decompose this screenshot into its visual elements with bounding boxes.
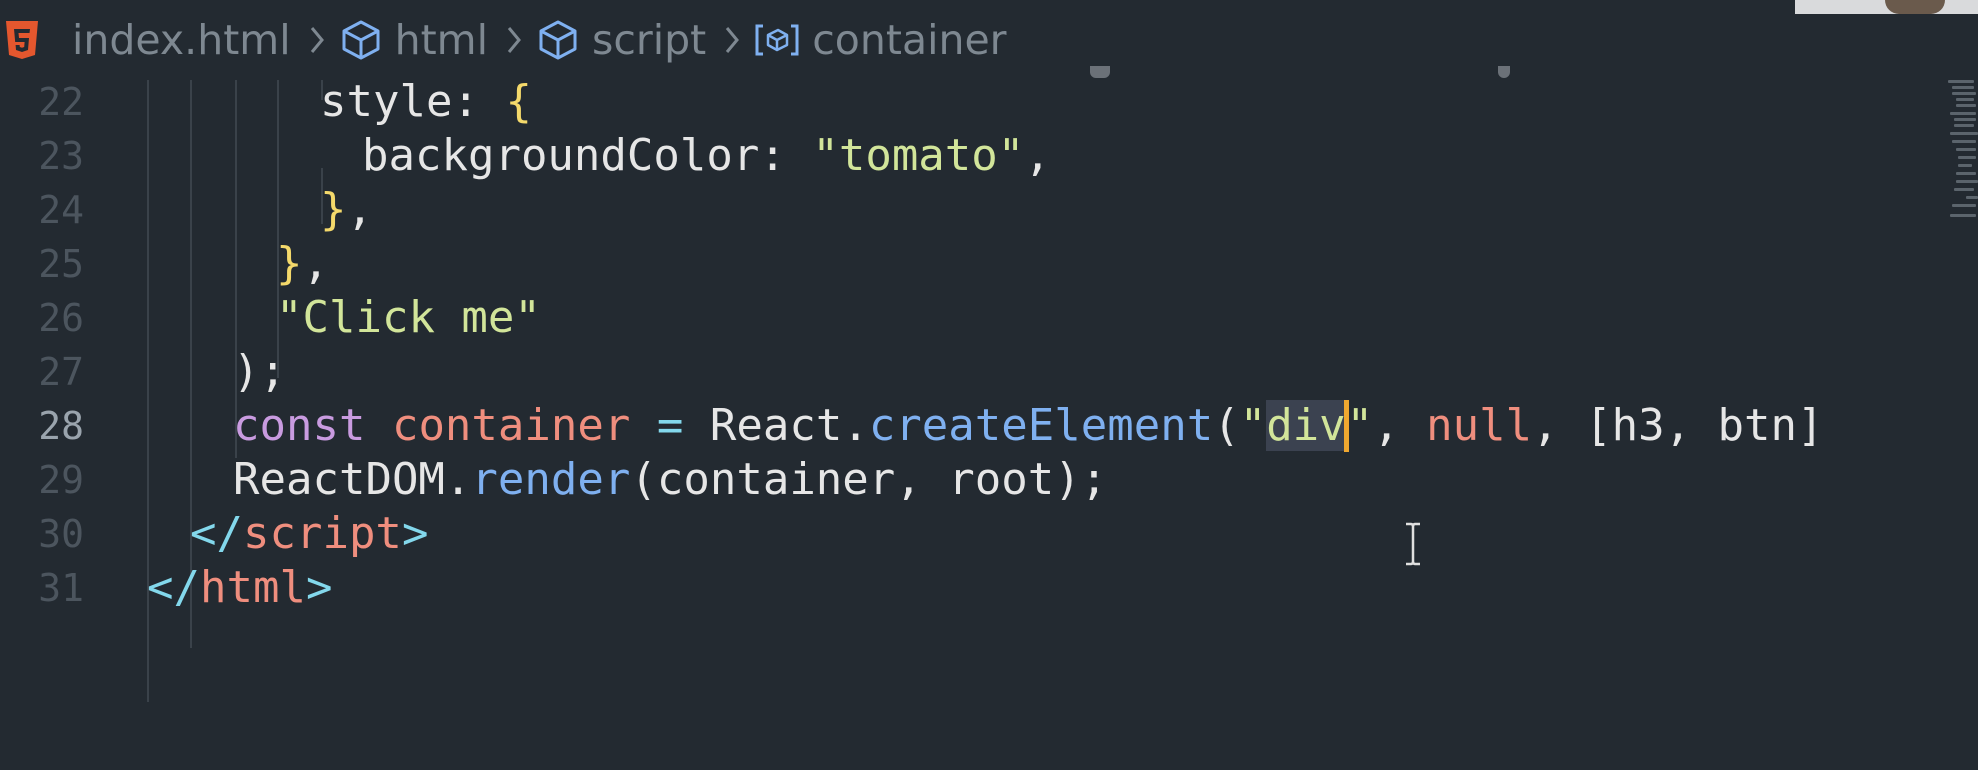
code-text: </html> [147,554,332,622]
code-token: container [391,400,631,451]
breadcrumb-item-html-label: html [394,16,488,64]
code-token: script [242,508,402,559]
code-token: } [320,184,347,235]
html5-icon [4,19,40,61]
breadcrumb-item-script[interactable]: script [536,16,706,64]
code-token: const [233,400,366,451]
code-token: " [1239,400,1267,451]
code-token: , [1373,400,1427,451]
variable-icon [754,22,800,58]
code-token: : [452,76,506,127]
code-token: ReactDOM. [233,454,472,505]
code-token: html [199,562,306,613]
code-token: " [1346,400,1374,451]
code-token: > [305,562,333,613]
code-token: </ [147,562,200,613]
cube-icon [536,18,580,62]
code-line[interactable]: 31 </html> [0,554,1978,622]
minimap[interactable] [1946,78,1978,238]
code-token: "tomato" [812,130,1025,181]
line-number: 31 [38,566,84,610]
code-token: style [320,76,453,127]
code-token: null [1426,400,1533,451]
code-token: React. [683,400,869,451]
chevron-right-icon [506,25,522,55]
code-editor[interactable]: index.html html script container 22 styl… [0,0,1978,770]
cube-icon [339,18,383,62]
code-token: , [346,184,374,235]
breadcrumb-item-script-label: script [592,16,707,64]
chevron-right-icon [309,25,325,55]
code-token: , [1024,130,1051,181]
code-token: render [471,454,631,505]
breadcrumb-item-container[interactable]: container [754,16,1007,64]
code-token: } [276,238,303,289]
breadcrumb-item-html[interactable]: html [339,16,488,64]
breadcrumb-item-container-label: container [812,16,1007,64]
breadcrumb-file-label: index.html [72,16,291,64]
code-token: > [401,508,429,559]
code-token: { [505,76,532,127]
code-token: createElement [868,400,1214,451]
code-token: backgroundColor [362,130,760,181]
code-token: (container, root); [630,454,1108,505]
code-token: , [h3, btn] [1532,400,1824,451]
code-token: ( [1213,400,1240,451]
code-token: ); [233,346,286,397]
code-token: </ [190,508,243,559]
code-token: div [1266,400,1346,451]
code-token: "Click me" [276,292,541,343]
chevron-right-icon [724,25,740,55]
code-token: : [759,130,813,181]
code-token: , [302,238,330,289]
ibeam-cursor-icon [1406,522,1420,566]
code-token: = [656,400,684,451]
breadcrumb-file[interactable]: index.html [4,16,291,64]
